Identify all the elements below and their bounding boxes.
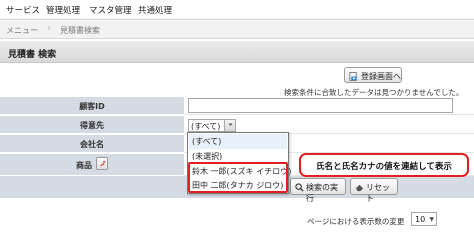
product-label: 商品 (76, 161, 92, 170)
chevron-down-icon[interactable] (224, 120, 235, 131)
chevron-down-icon: ▼ (429, 216, 434, 223)
annotation-callout: 氏名と氏名カナの値を連結して表示 (299, 153, 469, 177)
client-label-cell: 得意先 (0, 116, 184, 134)
eraser-icon (355, 184, 364, 192)
magnifier-icon (295, 183, 304, 192)
section-header: 見積書 検索 (0, 41, 474, 63)
annotation-text: 氏名と氏名カナの値を連結して表示 (316, 162, 452, 172)
breadcrumb-current: 見積書検索 (60, 26, 100, 35)
highlight-box (188, 162, 288, 193)
page-size-select[interactable]: 10 ▼ (411, 212, 437, 226)
reset-button-label: リセット (366, 183, 390, 203)
search-button-label: 検索の実行 (306, 183, 338, 203)
document-plus-icon (349, 72, 357, 81)
product-label-cell: 商品 (0, 154, 184, 176)
dropdown-option[interactable]: (すべて) (189, 134, 287, 149)
reset-button[interactable]: リセット (350, 178, 398, 203)
menu-item-common[interactable]: 共通処理 (138, 4, 172, 16)
client-label: 得意先 (80, 121, 104, 130)
picker-icon (99, 160, 106, 167)
client-select[interactable]: (すべて) (188, 119, 236, 132)
customer-id-label-cell: 顧客ID (0, 97, 184, 115)
customer-id-input[interactable] (188, 98, 453, 113)
product-picker-button[interactable] (96, 157, 108, 170)
search-execute-button[interactable]: 検索の実行 (290, 178, 346, 203)
breadcrumb-menu[interactable]: メニュー (6, 25, 38, 36)
company-label: 会社名 (80, 140, 104, 149)
menu-item-management[interactable]: 管理処理 (46, 4, 80, 16)
register-button-label: 登録画面へ (361, 72, 401, 81)
menu-item-master[interactable]: マスタ管理 (89, 4, 132, 16)
client-select-value: (すべて) (191, 122, 221, 131)
company-label-cell: 会社名 (0, 135, 184, 153)
menubar: サービス 管理処理 マスタ管理 共通処理 (0, 0, 474, 20)
register-screen-button[interactable]: 登録画面へ (344, 67, 402, 83)
breadcrumb-separator-icon: › (47, 23, 51, 34)
customer-id-label: 顧客ID (79, 102, 105, 111)
page-title: 見積書 検索 (8, 50, 57, 60)
menu-item-service[interactable]: サービス (6, 4, 40, 16)
page-size-label: ページにおける表示数の変更 (307, 217, 405, 226)
page-size-value: 10 (415, 215, 426, 224)
breadcrumb: メニュー › 見積書検索 (0, 21, 474, 39)
